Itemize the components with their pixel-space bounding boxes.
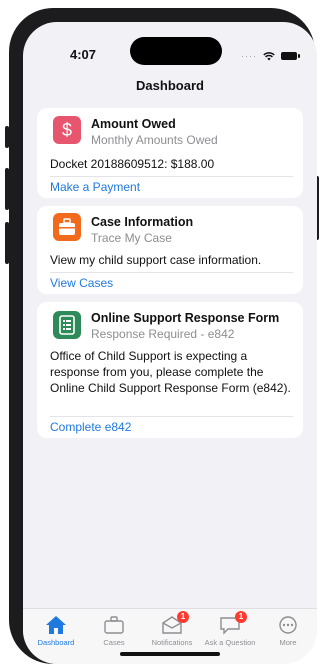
card-subtitle: Trace My Case (91, 231, 172, 245)
volume-up-button (5, 168, 9, 210)
page-title: Dashboard (136, 78, 204, 93)
more-icon (279, 616, 297, 634)
tab-notifications[interactable]: 1 Notifications (143, 611, 201, 647)
tab-label: Dashboard (37, 638, 75, 647)
status-time: 4:07 (70, 47, 97, 62)
card-title: Amount Owed (91, 117, 176, 131)
wifi-icon (263, 51, 275, 60)
tab-more[interactable]: More (259, 613, 317, 647)
card-title: Online Support Response Form (91, 311, 280, 325)
tab-ask-a-question[interactable]: 1 Ask a Question (201, 611, 259, 647)
tab-cases[interactable]: Cases (85, 613, 143, 647)
signal-icon: ···· (241, 51, 257, 61)
home-icon (46, 616, 66, 634)
tab-label: Notifications (151, 638, 193, 647)
view-cases-link[interactable]: View Cases (50, 276, 113, 290)
card-description: View my child support case information. (50, 253, 262, 267)
tab-dashboard[interactable]: Dashboard (27, 613, 85, 647)
battery-icon (281, 52, 300, 60)
nav-bar: Dashboard (23, 72, 317, 104)
app-screen: 4:07 ···· Dashboard $ Amount Owed Monthl… (23, 22, 317, 664)
question-badge: 1 (235, 611, 247, 623)
phone-frame: 4:07 ···· Dashboard $ Amount Owed Monthl… (5, 8, 319, 664)
volume-down-button (5, 222, 9, 264)
make-payment-link[interactable]: Make a Payment (50, 180, 140, 194)
case-information-card[interactable]: Case Information Trace My Case View my c… (37, 206, 303, 294)
tab-label: Cases (103, 638, 125, 647)
complete-e842-link[interactable]: Complete e842 (50, 420, 131, 434)
status-bar: 4:07 ···· (23, 22, 317, 72)
card-subtitle: Monthly Amounts Owed (91, 133, 218, 147)
dynamic-island (130, 37, 222, 65)
form-icon (53, 311, 81, 339)
tab-label: Ask a Question (204, 638, 256, 647)
briefcase-icon (53, 213, 81, 241)
card-divider (50, 416, 293, 417)
card-title: Case Information (91, 215, 194, 229)
status-icons: ···· (241, 51, 300, 61)
tab-label: More (279, 638, 297, 647)
card-subtitle: Response Required - e842 (91, 327, 235, 341)
briefcase-icon (104, 616, 124, 634)
dollar-sign-icon: $ (53, 116, 81, 144)
amount-owed-card[interactable]: $ Amount Owed Monthly Amounts Owed Docke… (37, 108, 303, 198)
svg-text:$: $ (62, 120, 72, 140)
card-divider (50, 176, 293, 177)
notification-badge: 1 (177, 611, 189, 623)
card-divider (50, 272, 293, 273)
home-indicator (120, 652, 220, 656)
mute-switch (5, 126, 9, 148)
docket-amount: Docket 20188609512: $188.00 (50, 157, 215, 171)
card-description: Office of Child Support is expecting a r… (50, 349, 291, 395)
response-form-card[interactable]: Online Support Response Form Response Re… (37, 302, 303, 438)
